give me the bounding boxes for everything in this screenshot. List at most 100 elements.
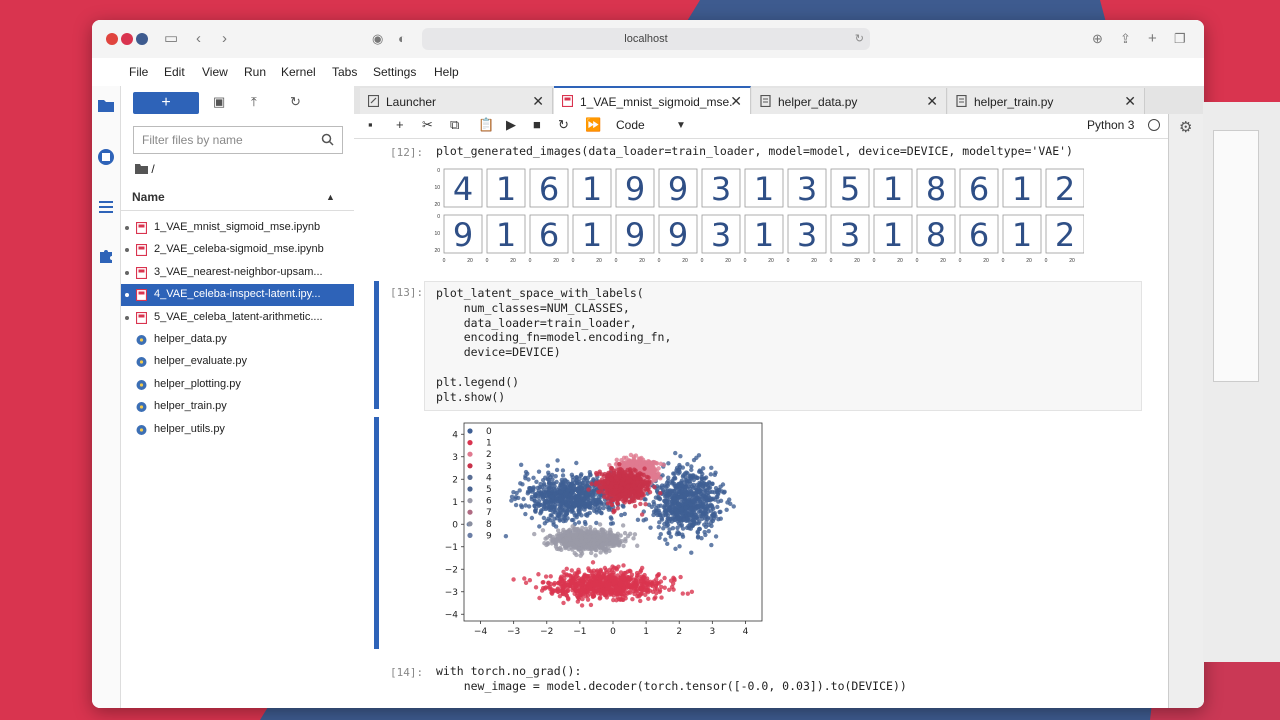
kernel-name[interactable]: Python 3 [1087, 118, 1134, 132]
filter-placeholder: Filter files by name [142, 133, 243, 147]
file-list-item[interactable]: 4_VAE_celeba-inspect-latent.ipy... [121, 284, 354, 307]
reload-icon[interactable]: ↻ [855, 28, 864, 50]
shield-icon[interactable]: ◐ [398, 29, 406, 49]
file-list-item[interactable]: helper_plotting.py [121, 374, 354, 396]
new-folder-icon[interactable]: ▣ [213, 94, 225, 110]
address-bar[interactable]: localhost ↻ [422, 28, 870, 50]
close-tab-icon[interactable]: ✕ [1124, 93, 1136, 110]
cell-prompt: [14]: [390, 666, 424, 679]
scatter-point [641, 479, 646, 485]
menu-kernel[interactable]: Kernel [281, 65, 316, 79]
file-list-item[interactable]: helper_evaluate.py [121, 351, 354, 373]
digit-x-tick: 20 [1026, 258, 1032, 264]
extension-icon[interactable] [97, 246, 115, 264]
running-indicator-icon [125, 315, 129, 320]
privacy-icon[interactable]: ◉ [372, 29, 383, 49]
cut-icon[interactable]: ✂ [422, 117, 433, 133]
chevron-down-icon[interactable]: ▼ [676, 120, 686, 131]
tab-2[interactable]: 1_VAE_mnist_sigmoid_mse. ✕ [554, 86, 751, 116]
restart-icon[interactable]: ↻ [558, 117, 569, 133]
cell-collapser[interactable] [374, 281, 379, 409]
output-collapser[interactable] [374, 417, 379, 649]
digit-y-tick: 20 [434, 248, 440, 254]
table-of-contents-icon[interactable] [97, 198, 115, 216]
legend-label: 6 [486, 497, 492, 507]
scatter-point [512, 496, 518, 502]
new-launcher-button[interactable]: + [133, 92, 199, 114]
scatter-point [607, 582, 613, 588]
running-icon[interactable] [97, 148, 115, 166]
menu-tabs[interactable]: Tabs [332, 65, 357, 79]
new-tab-icon[interactable]: + [1148, 29, 1157, 49]
scatter-point [639, 590, 644, 596]
code-cell-14[interactable]: with torch.no_grad(): new_image = model.… [436, 664, 907, 694]
main-area: Launcher ✕ 1_VAE_mnist_sigmoid_mse. ✕ helper… [354, 86, 1204, 708]
close-tab-icon[interactable]: ✕ [730, 93, 742, 110]
file-list-header[interactable]: Name ▲ [121, 186, 354, 211]
save-icon[interactable]: ▪ [368, 117, 373, 132]
file-list-item[interactable]: 5_VAE_celeba_latent-arithmetic.... [121, 307, 354, 329]
stop-icon[interactable]: ■ [533, 117, 541, 132]
upload-icon[interactable]: ⤒ [251, 94, 257, 110]
scatter-point [625, 591, 630, 596]
folder-icon[interactable] [97, 96, 115, 114]
menu-edit[interactable]: Edit [164, 65, 185, 79]
scatter-point [670, 479, 675, 485]
file-list-item[interactable]: helper_utils.py [121, 419, 354, 441]
file-list-item[interactable]: helper_data.py [121, 329, 354, 351]
close-tab-icon[interactable]: ✕ [926, 93, 938, 110]
cell-type-select[interactable]: Code [616, 118, 645, 132]
refresh-icon[interactable]: ↻ [290, 94, 301, 110]
file-name: 1_VAE_mnist_sigmoid_mse.ipynb [154, 221, 321, 233]
file-list-item[interactable]: 1_VAE_mnist_sigmoid_mse.ipynb [121, 217, 354, 239]
menu-help[interactable]: Help [434, 65, 459, 79]
insert-cell-icon[interactable]: + [396, 117, 404, 132]
paste-icon[interactable]: 📋 [478, 117, 494, 133]
breadcrumb[interactable]: / [135, 162, 155, 176]
share-icon[interactable]: ⇪ [1120, 29, 1131, 49]
fast-forward-icon[interactable]: ⏩ [585, 117, 601, 133]
scatter-point [583, 512, 589, 518]
back-icon[interactable]: ‹ [196, 29, 201, 49]
scatter-point [703, 532, 708, 538]
forward-icon[interactable]: › [222, 29, 227, 49]
property-inspector-icon[interactable]: ⚙ [1179, 118, 1192, 136]
scatter-point [586, 487, 591, 492]
maximize-window-button[interactable] [136, 33, 148, 45]
menu-settings[interactable]: Settings [373, 65, 416, 79]
menu-view[interactable]: View [202, 65, 228, 79]
scatter-point [621, 563, 626, 568]
tab-3[interactable]: helper_data.py ✕ [752, 88, 947, 114]
minimize-window-button[interactable] [121, 33, 133, 45]
notebook-panel[interactable]: [12]: plot_generated_images(data_loader=… [354, 139, 1168, 708]
scatter-point [536, 469, 542, 474]
menu-run[interactable]: Run [244, 65, 266, 79]
file-list-item[interactable]: 2_VAE_celeba-sigmoid_mse.ipynb [121, 239, 354, 261]
run-icon[interactable]: ▶ [506, 117, 516, 133]
scatter-point [679, 483, 685, 488]
close-tab-icon[interactable]: ✕ [532, 93, 544, 110]
scatter-point [688, 506, 693, 512]
scatter-point [622, 495, 627, 501]
scatter-point [591, 568, 596, 573]
file-list-item[interactable]: helper_train.py [121, 396, 354, 418]
copy-icon[interactable]: ⧉ [450, 117, 459, 133]
scatter-point [565, 588, 570, 594]
scatter-point [566, 507, 572, 512]
code-cell-13[interactable]: plot_latent_space_with_labels( num_class… [436, 286, 671, 404]
digit-image: 6 [969, 216, 989, 254]
scatter-point [540, 528, 546, 533]
scatter-point [523, 469, 529, 475]
tab-1[interactable]: Launcher ✕ [360, 88, 553, 114]
download-icon[interactable]: ⊕ [1092, 29, 1103, 49]
code-line[interactable]: plot_generated_images(data_loader=train_… [436, 144, 1073, 159]
tab-overview-icon[interactable]: ❐ [1174, 29, 1186, 49]
file-list-item[interactable]: 3_VAE_nearest-neighbor-upsam... [121, 262, 354, 284]
menu-file[interactable]: File [129, 65, 148, 79]
close-window-button[interactable] [106, 33, 118, 45]
tab-4[interactable]: helper_train.py ✕ [948, 88, 1145, 114]
sidebar-toggle-icon[interactable]: ▭ [164, 29, 178, 49]
filter-files-input[interactable]: Filter files by name [133, 126, 343, 154]
scatter-point [626, 460, 631, 466]
scatter-point [526, 504, 532, 509]
